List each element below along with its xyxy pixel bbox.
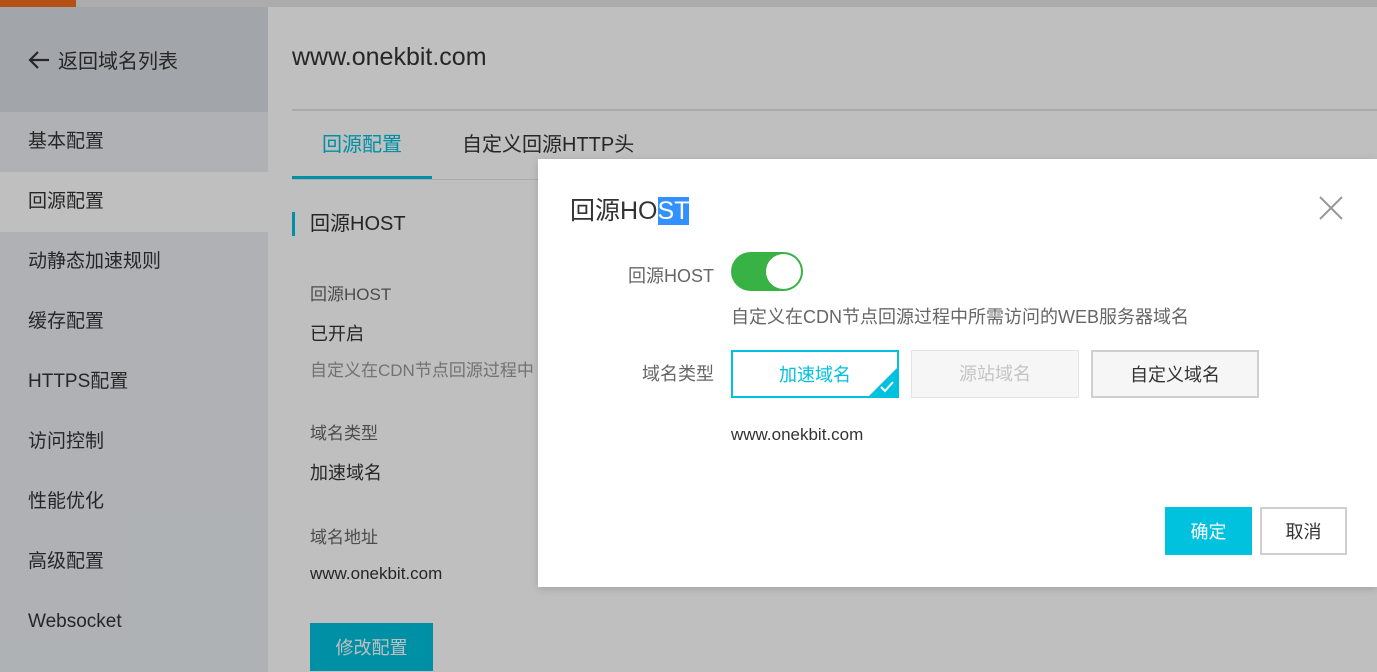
option-acceleration-domain[interactable]: 加速域名 bbox=[731, 350, 899, 398]
origin-host-dialog: 回源HOST 回源HOST 自定义在CDN节点回源过程中所需访问的WEB服务器域… bbox=[538, 159, 1377, 587]
option-custom-domain[interactable]: 自定义域名 bbox=[1091, 350, 1259, 398]
dialog-title-text: 回源HO bbox=[570, 197, 658, 225]
dialog-title-selected-text: ST bbox=[657, 197, 690, 225]
close-icon[interactable] bbox=[1318, 195, 1344, 221]
dialog-type-label: 域名类型 bbox=[642, 364, 714, 384]
confirm-button[interactable]: 确定 bbox=[1165, 507, 1252, 555]
option-label: 源站域名 bbox=[959, 364, 1031, 384]
cancel-button[interactable]: 取消 bbox=[1260, 507, 1347, 555]
origin-host-toggle[interactable] bbox=[731, 252, 803, 291]
dialog-domain-value: www.onekbit.com bbox=[731, 425, 864, 444]
toggle-knob bbox=[766, 254, 801, 289]
option-label: 加速域名 bbox=[779, 365, 851, 385]
check-icon bbox=[880, 381, 894, 393]
dialog-title: 回源HOST bbox=[570, 191, 690, 227]
dialog-host-label: 回源HOST bbox=[627, 266, 714, 286]
option-label: 自定义域名 bbox=[1130, 365, 1220, 385]
dialog-description: 自定义在CDN节点回源过程中所需访问的WEB服务器域名 bbox=[731, 307, 1189, 327]
option-origin-domain[interactable]: 源站域名 bbox=[911, 350, 1079, 398]
